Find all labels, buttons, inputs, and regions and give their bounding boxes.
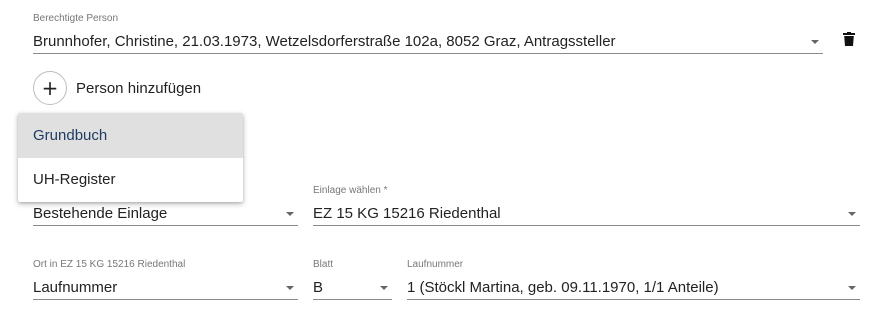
menu-item-uh-register[interactable]: UH-Register — [18, 158, 243, 203]
add-person-button[interactable]: + Person hinzufügen — [33, 71, 201, 105]
laufnummer-select[interactable]: 1 (Stöckl Martina, geb. 09.11.1970, 1/1 … — [407, 276, 860, 300]
einlage-value: EZ 15 KG 15216 Riedenthal — [313, 204, 501, 222]
ort-field[interactable]: Ort in EZ 15 KG 15216 Riedenthal Laufnum… — [33, 259, 298, 300]
einlage-field[interactable]: Einlage wählen * EZ 15 KG 15216 Riedenth… — [313, 185, 860, 226]
blatt-label: Blatt — [313, 259, 334, 270]
person-value: Brunnhofer, Christine, 21.03.1973, Wetze… — [33, 32, 616, 50]
blatt-value: B — [313, 278, 324, 296]
chevron-down-icon[interactable] — [380, 285, 388, 290]
laufnummer-value: 1 (Stöckl Martina, geb. 09.11.1970, 1/1 … — [407, 278, 719, 296]
chevron-down-icon[interactable] — [848, 211, 856, 216]
einlage-select[interactable]: EZ 15 KG 15216 Riedenthal — [313, 202, 860, 226]
laufnummer-label: Laufnummer — [407, 259, 464, 270]
person-field[interactable]: Berechtigte Person Brunnhofer, Christine… — [33, 13, 823, 54]
ort-label: Ort in EZ 15 KG 15216 Riedenthal — [33, 259, 186, 270]
form-root: Berechtigte Person Brunnhofer, Christine… — [0, 0, 880, 317]
blatt-select[interactable]: B — [313, 276, 392, 300]
ort-select[interactable]: Laufnummer — [33, 276, 298, 300]
add-person-label: Person hinzufügen — [76, 79, 202, 97]
chevron-down-icon[interactable] — [286, 285, 294, 290]
blatt-field[interactable]: Blatt B — [313, 259, 392, 300]
ort-value: Laufnummer — [33, 278, 118, 296]
einlage-label: Einlage wählen * — [313, 185, 388, 196]
chevron-down-icon[interactable] — [811, 39, 819, 44]
person-label: Berechtigte Person — [33, 13, 119, 24]
chevron-down-icon[interactable] — [286, 211, 294, 216]
menu-item-grundbuch[interactable]: Grundbuch — [18, 113, 243, 158]
laufnummer-field[interactable]: Laufnummer 1 (Stöckl Martina, geb. 09.11… — [407, 259, 860, 300]
chevron-down-icon[interactable] — [848, 285, 856, 290]
einlage-type-value: Bestehende Einlage — [33, 204, 168, 222]
register-menu: Grundbuch UH-Register — [18, 113, 243, 202]
person-select[interactable]: Brunnhofer, Christine, 21.03.1973, Wetze… — [33, 30, 823, 54]
plus-icon[interactable]: + — [33, 71, 67, 105]
einlage-type-select[interactable]: Bestehende Einlage — [33, 202, 298, 226]
trash-icon[interactable] — [843, 32, 855, 46]
